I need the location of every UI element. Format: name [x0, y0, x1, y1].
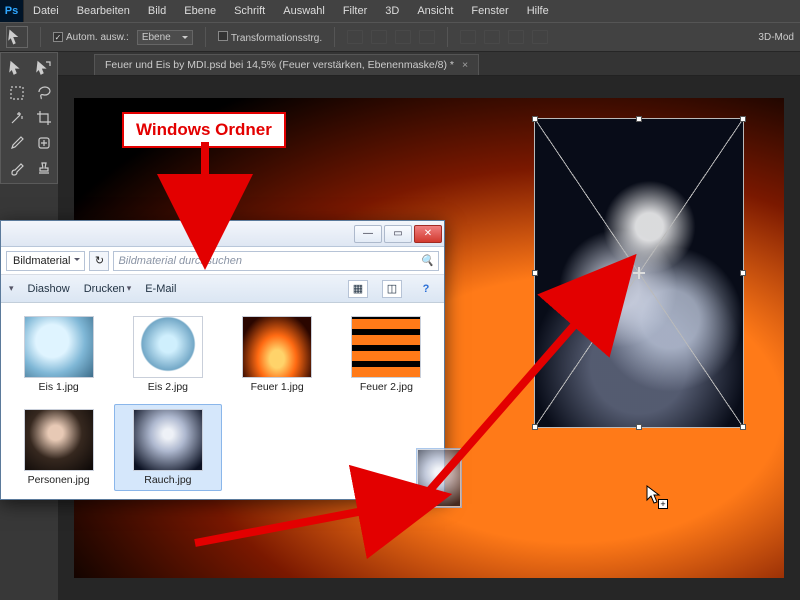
align-icon[interactable]	[371, 30, 387, 44]
document-tab[interactable]: Feuer und Eis by MDI.psd bei 14,5% (Feue…	[94, 54, 479, 75]
menu-bild[interactable]: Bild	[139, 5, 175, 17]
file-item[interactable]: Rauch.jpg	[114, 404, 221, 491]
cmd-drucken[interactable]: Drucken ▾	[84, 283, 132, 295]
file-list: Eis 1.jpg Eis 2.jpg Feuer 1.jpg Feuer 2.…	[1, 303, 444, 499]
close-button[interactable]: ✕	[414, 225, 442, 243]
close-tab-icon[interactable]: ×	[462, 59, 468, 71]
auto-select-target[interactable]: Ebene	[137, 30, 193, 45]
file-item[interactable]: Personen.jpg	[5, 404, 112, 491]
file-item[interactable]: Eis 2.jpg	[114, 311, 221, 398]
cmd-email[interactable]: E-Mail	[145, 283, 176, 295]
wand-tool[interactable]	[5, 107, 29, 129]
drag-ghost-thumbnail	[416, 448, 462, 508]
transform-handle[interactable]	[636, 424, 642, 430]
3d-mode-label[interactable]: 3D-Mod	[758, 32, 794, 43]
back-dropdown[interactable]: ▾	[9, 283, 14, 294]
placed-image-transform[interactable]	[534, 118, 744, 428]
file-thumbnail	[351, 316, 421, 378]
search-placeholder: Bildmaterial durchsuchen	[118, 255, 242, 267]
preview-pane-button[interactable]: ◫	[382, 280, 402, 298]
cursor-place-badge: +	[658, 499, 668, 509]
auto-select-checkbox[interactable]: Autom. ausw.:	[53, 32, 129, 43]
menu-bearbeiten[interactable]: Bearbeiten	[68, 5, 139, 17]
file-thumbnail	[133, 316, 203, 378]
search-icon: 🔍	[420, 254, 434, 267]
transform-handle[interactable]	[740, 270, 746, 276]
distribute-icon[interactable]	[508, 30, 524, 44]
transform-handle[interactable]	[532, 270, 538, 276]
separator	[447, 27, 448, 47]
help-button[interactable]: ?	[416, 280, 436, 298]
separator	[40, 27, 41, 47]
address-bar: Bildmaterial ↻ Bildmaterial durchsuchen …	[1, 247, 444, 275]
transform-controls-checkbox[interactable]: Transformationsstrg.	[218, 31, 322, 44]
artboard-tool[interactable]	[32, 57, 56, 79]
stamp-tool[interactable]	[32, 157, 56, 179]
file-thumbnail	[24, 316, 94, 378]
cursor-icon: +	[646, 485, 662, 510]
menu-fenster[interactable]: Fenster	[462, 5, 517, 17]
file-item[interactable]: Feuer 2.jpg	[333, 311, 440, 398]
document-tabbar: Feuer und Eis by MDI.psd bei 14,5% (Feue…	[0, 52, 800, 76]
menubar: Ps Datei Bearbeiten Bild Ebene Schrift A…	[0, 0, 800, 22]
menu-datei[interactable]: Datei	[24, 5, 68, 17]
separator	[334, 27, 335, 47]
menu-ansicht[interactable]: Ansicht	[408, 5, 462, 17]
window-titlebar[interactable]: — ▭ ✕	[1, 221, 444, 247]
options-bar: Autom. ausw.: Ebene Transformationsstrg.…	[0, 22, 800, 52]
transform-handle[interactable]	[740, 424, 746, 430]
crop-tool[interactable]	[32, 107, 56, 129]
menu-3d[interactable]: 3D	[376, 5, 408, 17]
file-item[interactable]: Feuer 1.jpg	[224, 311, 331, 398]
maximize-button[interactable]: ▭	[384, 225, 412, 243]
move-tool[interactable]	[5, 57, 29, 79]
align-icon[interactable]	[347, 30, 363, 44]
active-tool-icon[interactable]	[6, 26, 28, 48]
menu-filter[interactable]: Filter	[334, 5, 376, 17]
minimize-button[interactable]: —	[354, 225, 382, 243]
toolbox	[0, 52, 58, 184]
menu-hilfe[interactable]: Hilfe	[518, 5, 558, 17]
file-thumbnail	[133, 409, 203, 471]
search-input[interactable]: Bildmaterial durchsuchen 🔍	[113, 251, 439, 271]
transform-handle[interactable]	[532, 424, 538, 430]
command-bar: ▾ Diashow Drucken ▾ E-Mail ▦ ◫ ?	[1, 275, 444, 303]
align-icon[interactable]	[395, 30, 411, 44]
breadcrumb[interactable]: Bildmaterial	[6, 251, 85, 271]
cmd-diashow[interactable]: Diashow	[28, 283, 70, 295]
refresh-button[interactable]: ↻	[89, 251, 109, 271]
separator	[205, 27, 206, 47]
heal-tool[interactable]	[32, 132, 56, 154]
menu-ebene[interactable]: Ebene	[175, 5, 225, 17]
file-thumbnail	[24, 409, 94, 471]
file-item[interactable]: Eis 1.jpg	[5, 311, 112, 398]
menu-auswahl[interactable]: Auswahl	[274, 5, 334, 17]
brush-tool[interactable]	[5, 157, 29, 179]
file-label: Eis 1.jpg	[38, 381, 78, 393]
lasso-tool[interactable]	[32, 82, 56, 104]
transform-handle[interactable]	[636, 116, 642, 122]
file-label: Feuer 2.jpg	[360, 381, 413, 393]
annotation-label: Windows Ordner	[122, 112, 286, 148]
distribute-icon[interactable]	[484, 30, 500, 44]
eyedropper-tool[interactable]	[5, 132, 29, 154]
menu-schrift[interactable]: Schrift	[225, 5, 274, 17]
file-label: Feuer 1.jpg	[251, 381, 304, 393]
distribute-icon[interactable]	[532, 30, 548, 44]
transform-handle[interactable]	[740, 116, 746, 122]
file-label: Eis 2.jpg	[148, 381, 188, 393]
document-tab-title: Feuer und Eis by MDI.psd bei 14,5% (Feue…	[105, 59, 454, 71]
view-mode-button[interactable]: ▦	[348, 280, 368, 298]
marquee-tool[interactable]	[5, 82, 29, 104]
explorer-window[interactable]: — ▭ ✕ Bildmaterial ↻ Bildmaterial durchs…	[0, 220, 445, 500]
transform-center-icon[interactable]	[633, 267, 645, 279]
align-icon[interactable]	[419, 30, 435, 44]
file-label: Personen.jpg	[28, 474, 90, 486]
app-logo: Ps	[0, 0, 24, 22]
refresh-icon: ↻	[95, 254, 104, 267]
file-label: Rauch.jpg	[144, 474, 191, 486]
transform-handle[interactable]	[532, 116, 538, 122]
distribute-icon[interactable]	[460, 30, 476, 44]
file-thumbnail	[242, 316, 312, 378]
